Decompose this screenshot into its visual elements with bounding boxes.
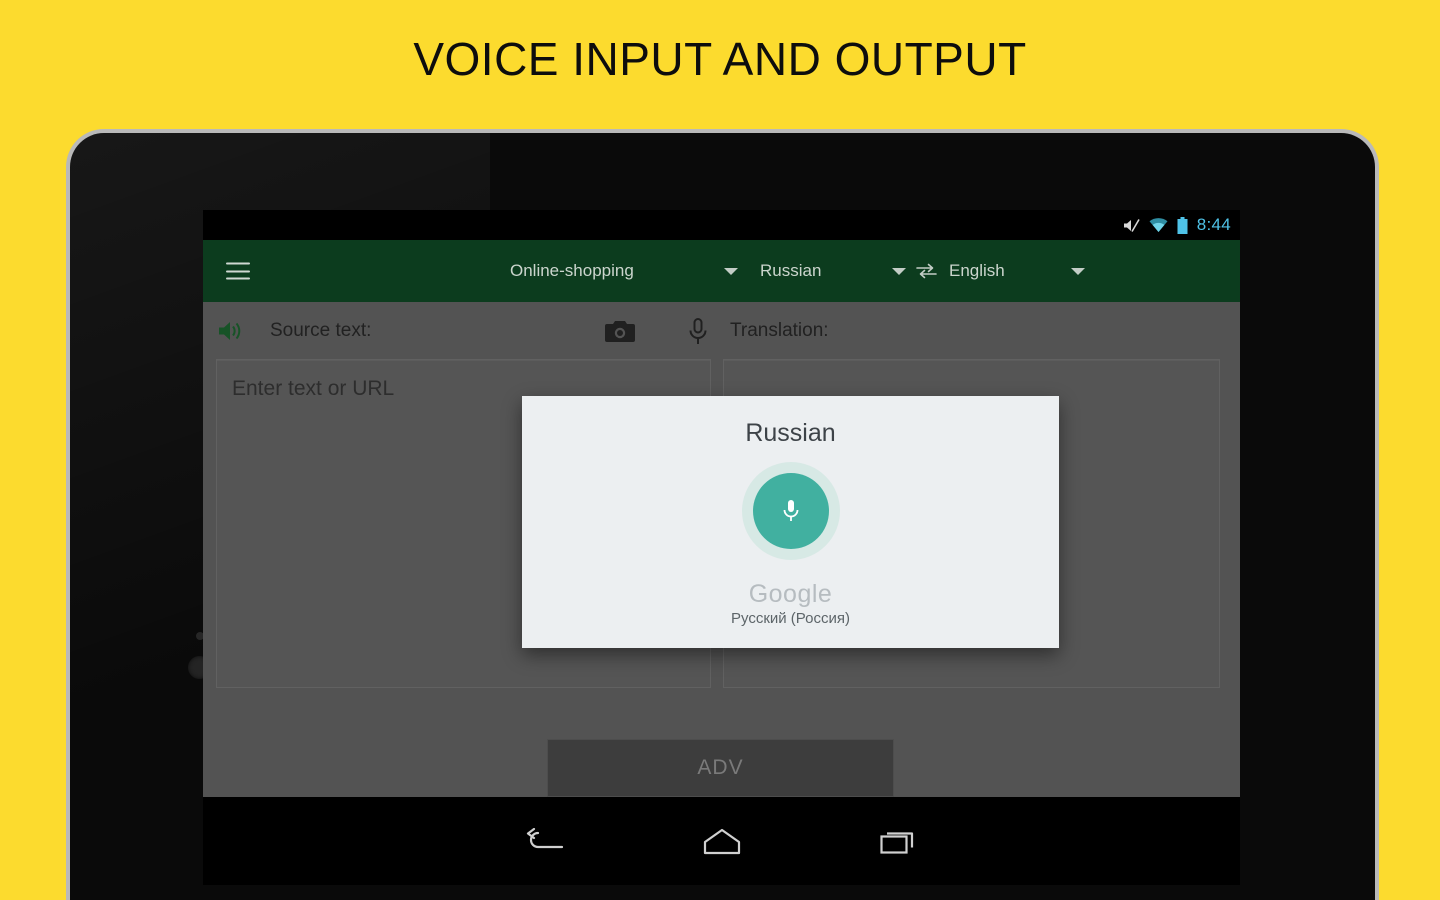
- chevron-down-icon: [1071, 267, 1085, 275]
- target-language-label: English: [949, 261, 1005, 280]
- google-brand-label: Google: [748, 580, 833, 608]
- chevron-down-icon: [892, 267, 906, 275]
- device-screen: 8:44 Online-shopping Russian English Sou…: [203, 210, 1240, 797]
- tablet-device: 8:44 Online-shopping Russian English Sou…: [70, 133, 1375, 900]
- language-selectors: Russian English: [760, 261, 1085, 281]
- android-navigation-bar: [203, 797, 1240, 885]
- battery-icon: [1177, 216, 1188, 234]
- speaker-icon[interactable]: [218, 320, 244, 347]
- swap-languages-icon[interactable]: [916, 263, 937, 279]
- wifi-icon: [1149, 217, 1168, 233]
- panel-header: Source text: Translation:: [203, 302, 1240, 359]
- app-bar: Online-shopping Russian English: [203, 240, 1240, 302]
- hamburger-menu-icon[interactable]: [226, 262, 250, 280]
- status-bar-clock: 8:44: [1196, 215, 1231, 234]
- source-text-label: Source text:: [270, 319, 372, 341]
- category-spinner[interactable]: Online-shopping: [510, 261, 738, 281]
- translation-label: Translation:: [730, 319, 829, 341]
- source-language-label: Russian: [760, 261, 822, 280]
- status-bar: 8:44: [203, 210, 1240, 240]
- back-icon[interactable]: [526, 828, 564, 854]
- ad-banner[interactable]: ADV: [547, 739, 894, 797]
- source-text-placeholder: Enter text or URL: [232, 377, 395, 400]
- voice-input-dialog: Russian Google Русский (Россия): [522, 396, 1059, 648]
- ad-banner-label: ADV: [697, 756, 744, 779]
- voice-record-button[interactable]: [752, 473, 829, 549]
- page-title: VOICE INPUT AND OUTPUT: [413, 33, 1027, 85]
- camera-icon[interactable]: [605, 319, 635, 349]
- source-language-spinner[interactable]: Russian: [760, 261, 906, 281]
- voice-mic-area: [741, 462, 840, 560]
- home-icon[interactable]: [702, 828, 742, 855]
- volume-muted-icon: [1123, 218, 1140, 233]
- category-label: Online-shopping: [510, 261, 634, 280]
- chevron-down-icon: [723, 267, 738, 275]
- target-language-spinner[interactable]: English: [949, 261, 1085, 281]
- voice-locale-label: Русский (Россия): [730, 610, 850, 627]
- microphone-icon[interactable]: [687, 318, 709, 351]
- microphone-icon: [783, 500, 798, 521]
- recents-icon[interactable]: [879, 828, 918, 854]
- voice-dialog-title: Russian: [745, 419, 836, 447]
